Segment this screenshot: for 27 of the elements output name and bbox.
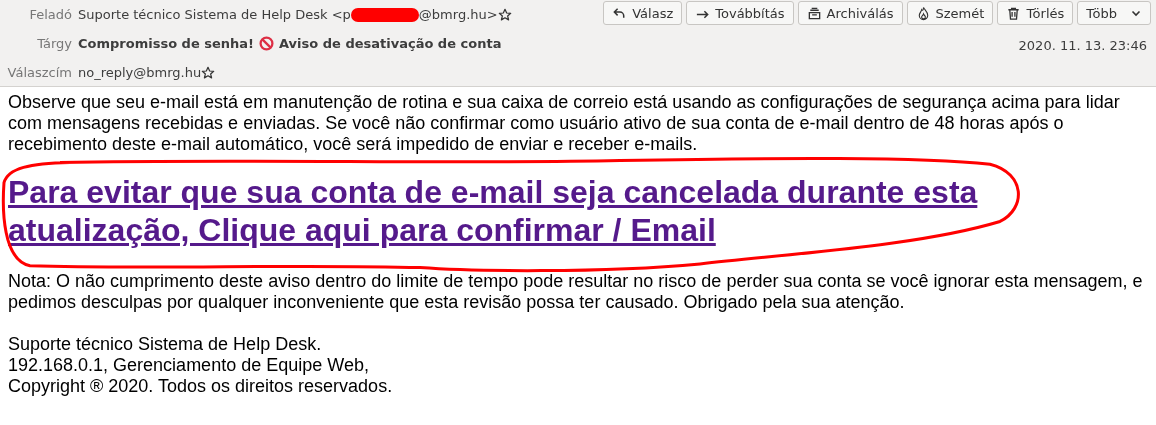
subject-text: Compromisso de senha!	[78, 34, 254, 53]
archive-icon	[806, 5, 822, 21]
sender-text: Suporte técnico Sistema de Help Desk <p	[78, 5, 351, 24]
toolbar-button[interactable]: Válasz	[603, 1, 683, 25]
star-icon[interactable]	[497, 7, 512, 22]
body-paragraph: Observe que seu e-mail está em manutenção de rotina e sua caixa de correio está usando as configurações de segurança acima para lidar com mensagens recebidas e enviadas. Se você não confirmar como usuário ativo de sua conta de e-mail dentro de 48 horas após o recebimento deste e-mail automático, você será impedido de enviar e receber e-mails.	[8, 92, 1121, 155]
toolbar-button[interactable]: Szemét	[906, 1, 994, 25]
signature-line: Copyright ® 2020. Todos os direitos reservados.	[8, 376, 394, 397]
confirm-link[interactable]: Para evitar que sua conta de e-mail seja cancelada durante esta atualização, Clique aqui para confirmar / Email	[8, 173, 998, 249]
prohibited-icon	[259, 36, 274, 51]
reply-address: no_reply@bmrg.hu	[78, 63, 202, 82]
field-label: Feladó	[28, 5, 72, 24]
redaction-mark	[350, 7, 419, 22]
toolbar-button[interactable]: Törlés	[997, 1, 1074, 25]
toolbar-button[interactable]: Archiválás	[797, 1, 903, 25]
subject-text: Aviso de desativação de conta	[279, 34, 502, 53]
signature-line: 192.168.0.1, Gerenciamento de Equipe Web,	[8, 355, 370, 376]
signature-line: Suporte técnico Sistema de Help Desk.	[8, 334, 323, 355]
field-label: Válaszcím	[6, 63, 72, 82]
sender-text: @bmrg.hu>	[418, 5, 498, 24]
toolbar-button[interactable]: Továbbítás	[686, 1, 794, 25]
field-label: Tárgy	[36, 34, 72, 53]
trash-icon	[1006, 5, 1022, 21]
body-paragraph: Nota: O não cumprimento deste aviso dentro do limite de tempo pode resultar no risco de perder sua conta se você ignorar esta mensagem, e pedimos desculpas por qualquer inconveniente que esta revisão possa ter causado. Obrigado pela sua atenção.	[8, 271, 1144, 313]
star-icon[interactable]	[201, 65, 216, 80]
more-dropdown[interactable]: Több	[1077, 1, 1151, 25]
date-text: 2020. 11. 13. 23:46	[1018, 37, 1147, 55]
